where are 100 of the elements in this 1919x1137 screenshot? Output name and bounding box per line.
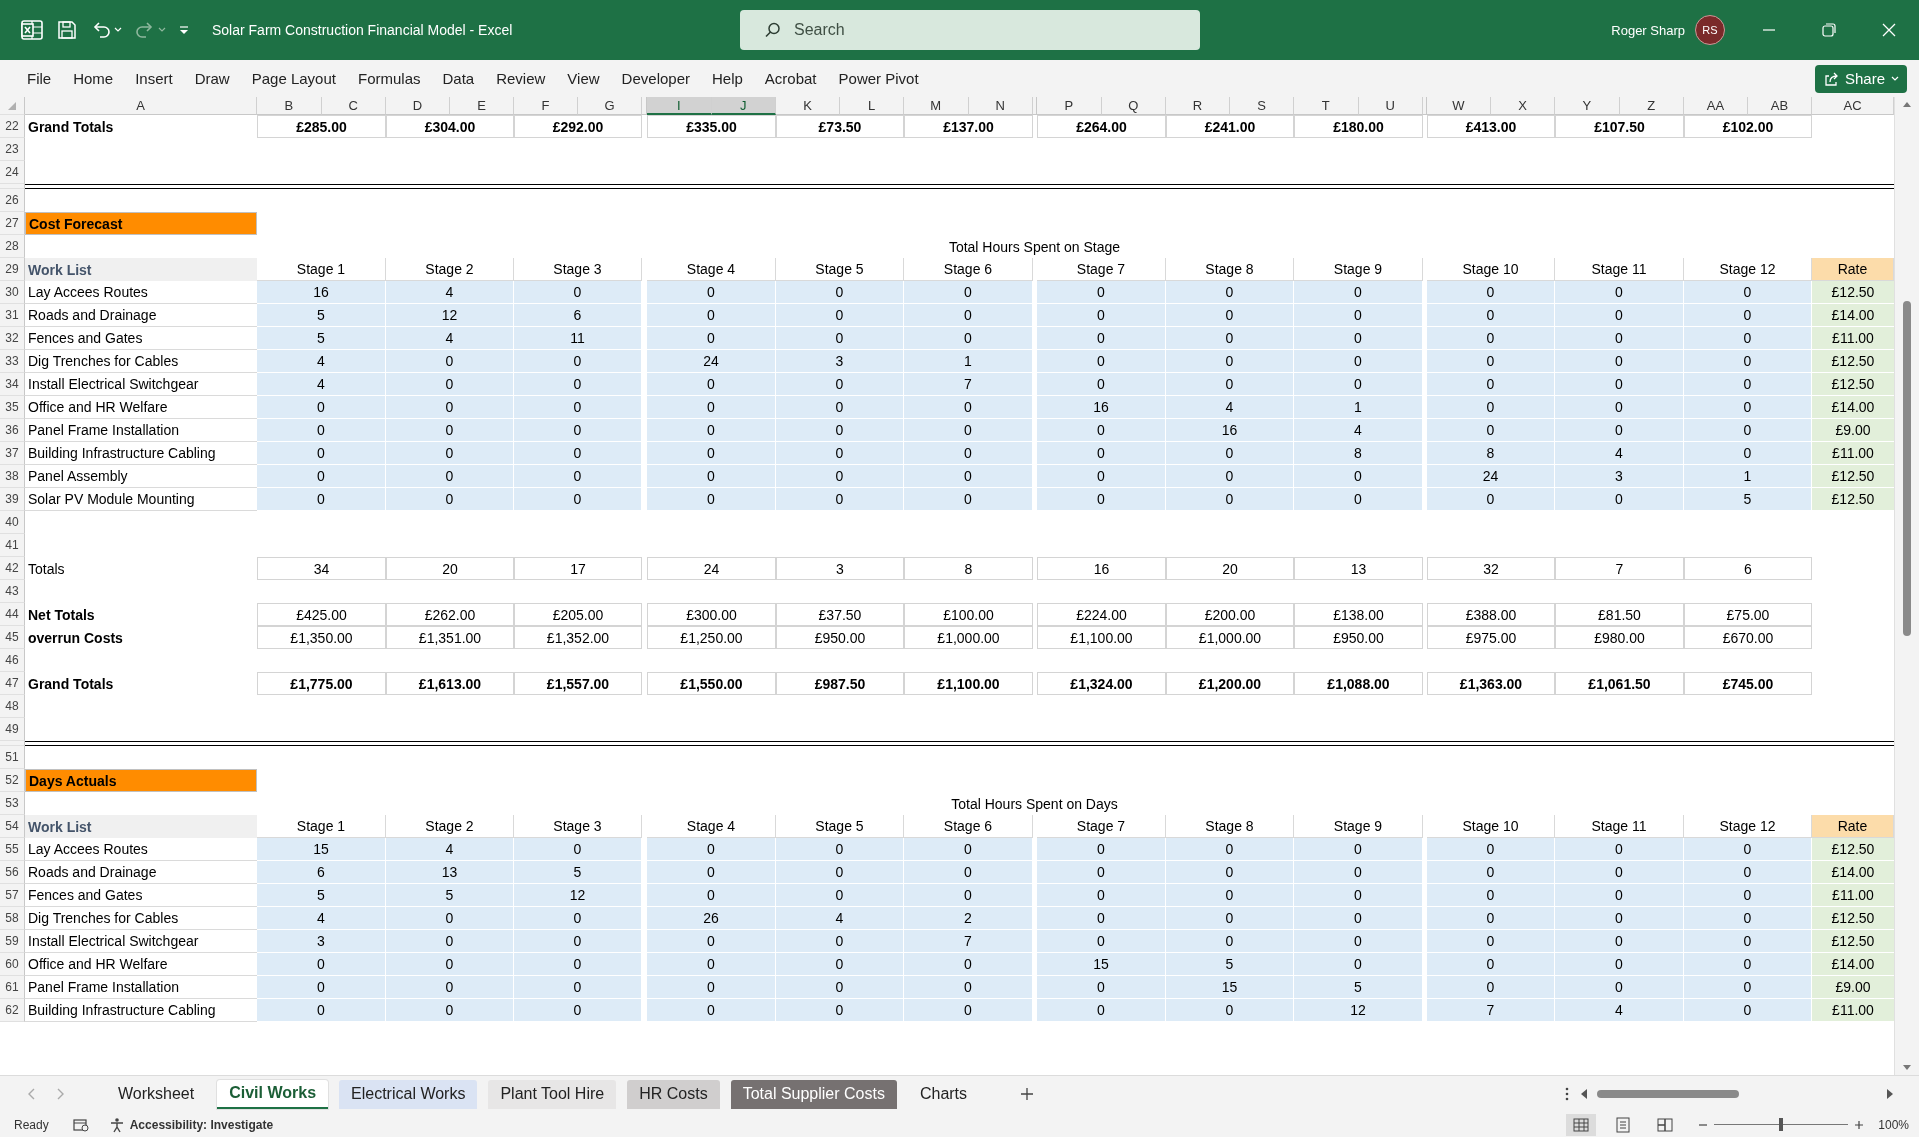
column-header[interactable]: E <box>450 97 514 115</box>
chevron-left-icon[interactable] <box>26 1087 36 1101</box>
row-header[interactable]: 53 <box>0 792 25 815</box>
row-header[interactable]: 46 <box>0 649 25 672</box>
sheet-tab[interactable]: Electrical Works <box>339 1079 478 1109</box>
row-header[interactable]: 52 <box>0 769 25 792</box>
row-header[interactable]: 33 <box>0 350 25 373</box>
column-header[interactable]: AB <box>1748 97 1812 115</box>
row-header[interactable]: 62 <box>0 999 25 1022</box>
column-header[interactable]: X <box>1491 97 1555 115</box>
row-header[interactable]: 38 <box>0 465 25 488</box>
ribbon-tab[interactable]: Help <box>701 63 754 94</box>
column-header[interactable]: G <box>578 97 642 115</box>
column-header[interactable]: N <box>968 97 1033 115</box>
row-header[interactable]: 36 <box>0 419 25 442</box>
column-header[interactable]: F <box>514 97 578 115</box>
ribbon-tab[interactable]: Draw <box>183 63 241 94</box>
column-header[interactable]: AC <box>1812 97 1894 115</box>
row-header[interactable]: 42 <box>0 557 25 580</box>
column-header[interactable]: K <box>776 97 840 115</box>
row-header[interactable]: 60 <box>0 953 25 976</box>
ribbon-tab[interactable]: Formulas <box>346 63 432 94</box>
column-header[interactable]: P <box>1037 97 1102 115</box>
chevron-right-icon[interactable] <box>56 1087 66 1101</box>
accessibility-icon[interactable] <box>108 1116 125 1133</box>
column-header[interactable]: R <box>1166 97 1230 115</box>
row-header[interactable]: 31 <box>0 304 25 327</box>
row-header[interactable]: 27 <box>0 212 25 235</box>
normal-view-button[interactable] <box>1566 1113 1597 1136</box>
row-header[interactable]: 22 <box>0 115 25 138</box>
slider-thumb[interactable] <box>1779 1118 1784 1131</box>
ribbon-tab[interactable]: Data <box>431 63 486 94</box>
zoom-in-icon[interactable] <box>1854 1119 1865 1130</box>
row-header[interactable]: 49 <box>0 718 25 741</box>
column-header[interactable]: A <box>25 97 257 115</box>
row-header[interactable]: 48 <box>0 695 25 718</box>
sheet-tab[interactable]: Worksheet <box>106 1079 207 1109</box>
row-header[interactable]: 56 <box>0 861 25 884</box>
row-header[interactable]: 30 <box>0 281 25 304</box>
ribbon-tab[interactable]: Page Layout <box>240 63 347 94</box>
ribbon-tab[interactable]: Insert <box>124 63 184 94</box>
row-header[interactable]: 23 <box>0 138 25 161</box>
row-header[interactable]: 37 <box>0 442 25 465</box>
column-header[interactable]: C <box>321 97 386 115</box>
row-header[interactable]: 44 <box>0 603 25 626</box>
row-header[interactable]: 45 <box>0 626 25 649</box>
caret-icon[interactable] <box>158 26 166 34</box>
row-header[interactable]: 26 <box>0 189 25 212</box>
search-field[interactable]: Search <box>740 10 1200 50</box>
row-header[interactable]: 28 <box>0 235 25 258</box>
row-header[interactable]: 35 <box>0 396 25 419</box>
row-header[interactable]: 43 <box>0 580 25 603</box>
row-header[interactable]: 39 <box>0 488 25 511</box>
column-header[interactable]: Z <box>1619 97 1684 115</box>
user-avatar[interactable]: RS <box>1695 15 1725 45</box>
ribbon-tab[interactable]: View <box>556 63 611 94</box>
column-header[interactable]: AA <box>1684 97 1748 115</box>
row-header[interactable]: 32 <box>0 327 25 350</box>
row-header[interactable]: 51 <box>0 746 25 769</box>
row-header[interactable]: 47 <box>0 672 25 695</box>
row-header[interactable]: 29 <box>0 258 25 281</box>
zoom-level[interactable]: 100% <box>1878 1117 1909 1132</box>
row-header[interactable]: 54 <box>0 815 25 838</box>
column-header[interactable]: L <box>840 97 904 115</box>
column-header[interactable]: S <box>1230 97 1294 115</box>
ribbon-tab[interactable]: Power Pivot <box>827 63 930 94</box>
ribbon-tab[interactable]: Home <box>62 63 125 94</box>
column-header[interactable]: U <box>1358 97 1423 115</box>
save-icon[interactable] <box>56 19 78 41</box>
scrollbar-thumb[interactable] <box>1597 1090 1739 1098</box>
column-header[interactable]: Y <box>1555 97 1620 115</box>
column-header[interactable]: I <box>647 97 712 115</box>
row-header[interactable]: 34 <box>0 373 25 396</box>
column-header[interactable]: J <box>711 97 776 115</box>
column-header[interactable]: D <box>386 97 450 115</box>
macro-icon[interactable] <box>72 1117 89 1132</box>
column-header[interactable]: Q <box>1101 97 1166 115</box>
row-header[interactable]: 55 <box>0 838 25 861</box>
sheet-tab[interactable]: Plant Tool Hire <box>488 1079 617 1109</box>
sheet-tab[interactable]: Charts <box>907 1079 980 1109</box>
scroll-left-icon[interactable] <box>1579 1088 1589 1100</box>
caret-icon[interactable] <box>114 26 122 34</box>
customize-icon[interactable] <box>178 24 190 36</box>
ribbon-tab[interactable]: Review <box>485 63 557 94</box>
row-header[interactable]: 61 <box>0 976 25 999</box>
column-header[interactable]: W <box>1427 97 1491 115</box>
sheet-tab[interactable]: HR Costs <box>627 1079 720 1109</box>
row-header[interactable]: 24 <box>0 161 25 184</box>
scroll-right-icon[interactable] <box>1885 1088 1895 1100</box>
sheet-tab[interactable]: Civil Works <box>217 1079 329 1109</box>
accessibility-status[interactable]: Accessibility: Investigate <box>129 1117 274 1132</box>
share-button[interactable]: Share <box>1814 64 1907 93</box>
ribbon-tab[interactable]: Acrobat <box>753 63 828 94</box>
column-header[interactable]: M <box>904 97 969 115</box>
column-header[interactable]: T <box>1294 97 1359 115</box>
sheet-tab[interactable]: Total Supplier Costs <box>730 1079 897 1109</box>
ribbon-tab[interactable]: File <box>16 63 63 94</box>
row-header[interactable]: 40 <box>0 511 25 534</box>
add-sheet-icon[interactable] <box>1019 1086 1036 1102</box>
more-icon[interactable] <box>1565 1086 1569 1102</box>
